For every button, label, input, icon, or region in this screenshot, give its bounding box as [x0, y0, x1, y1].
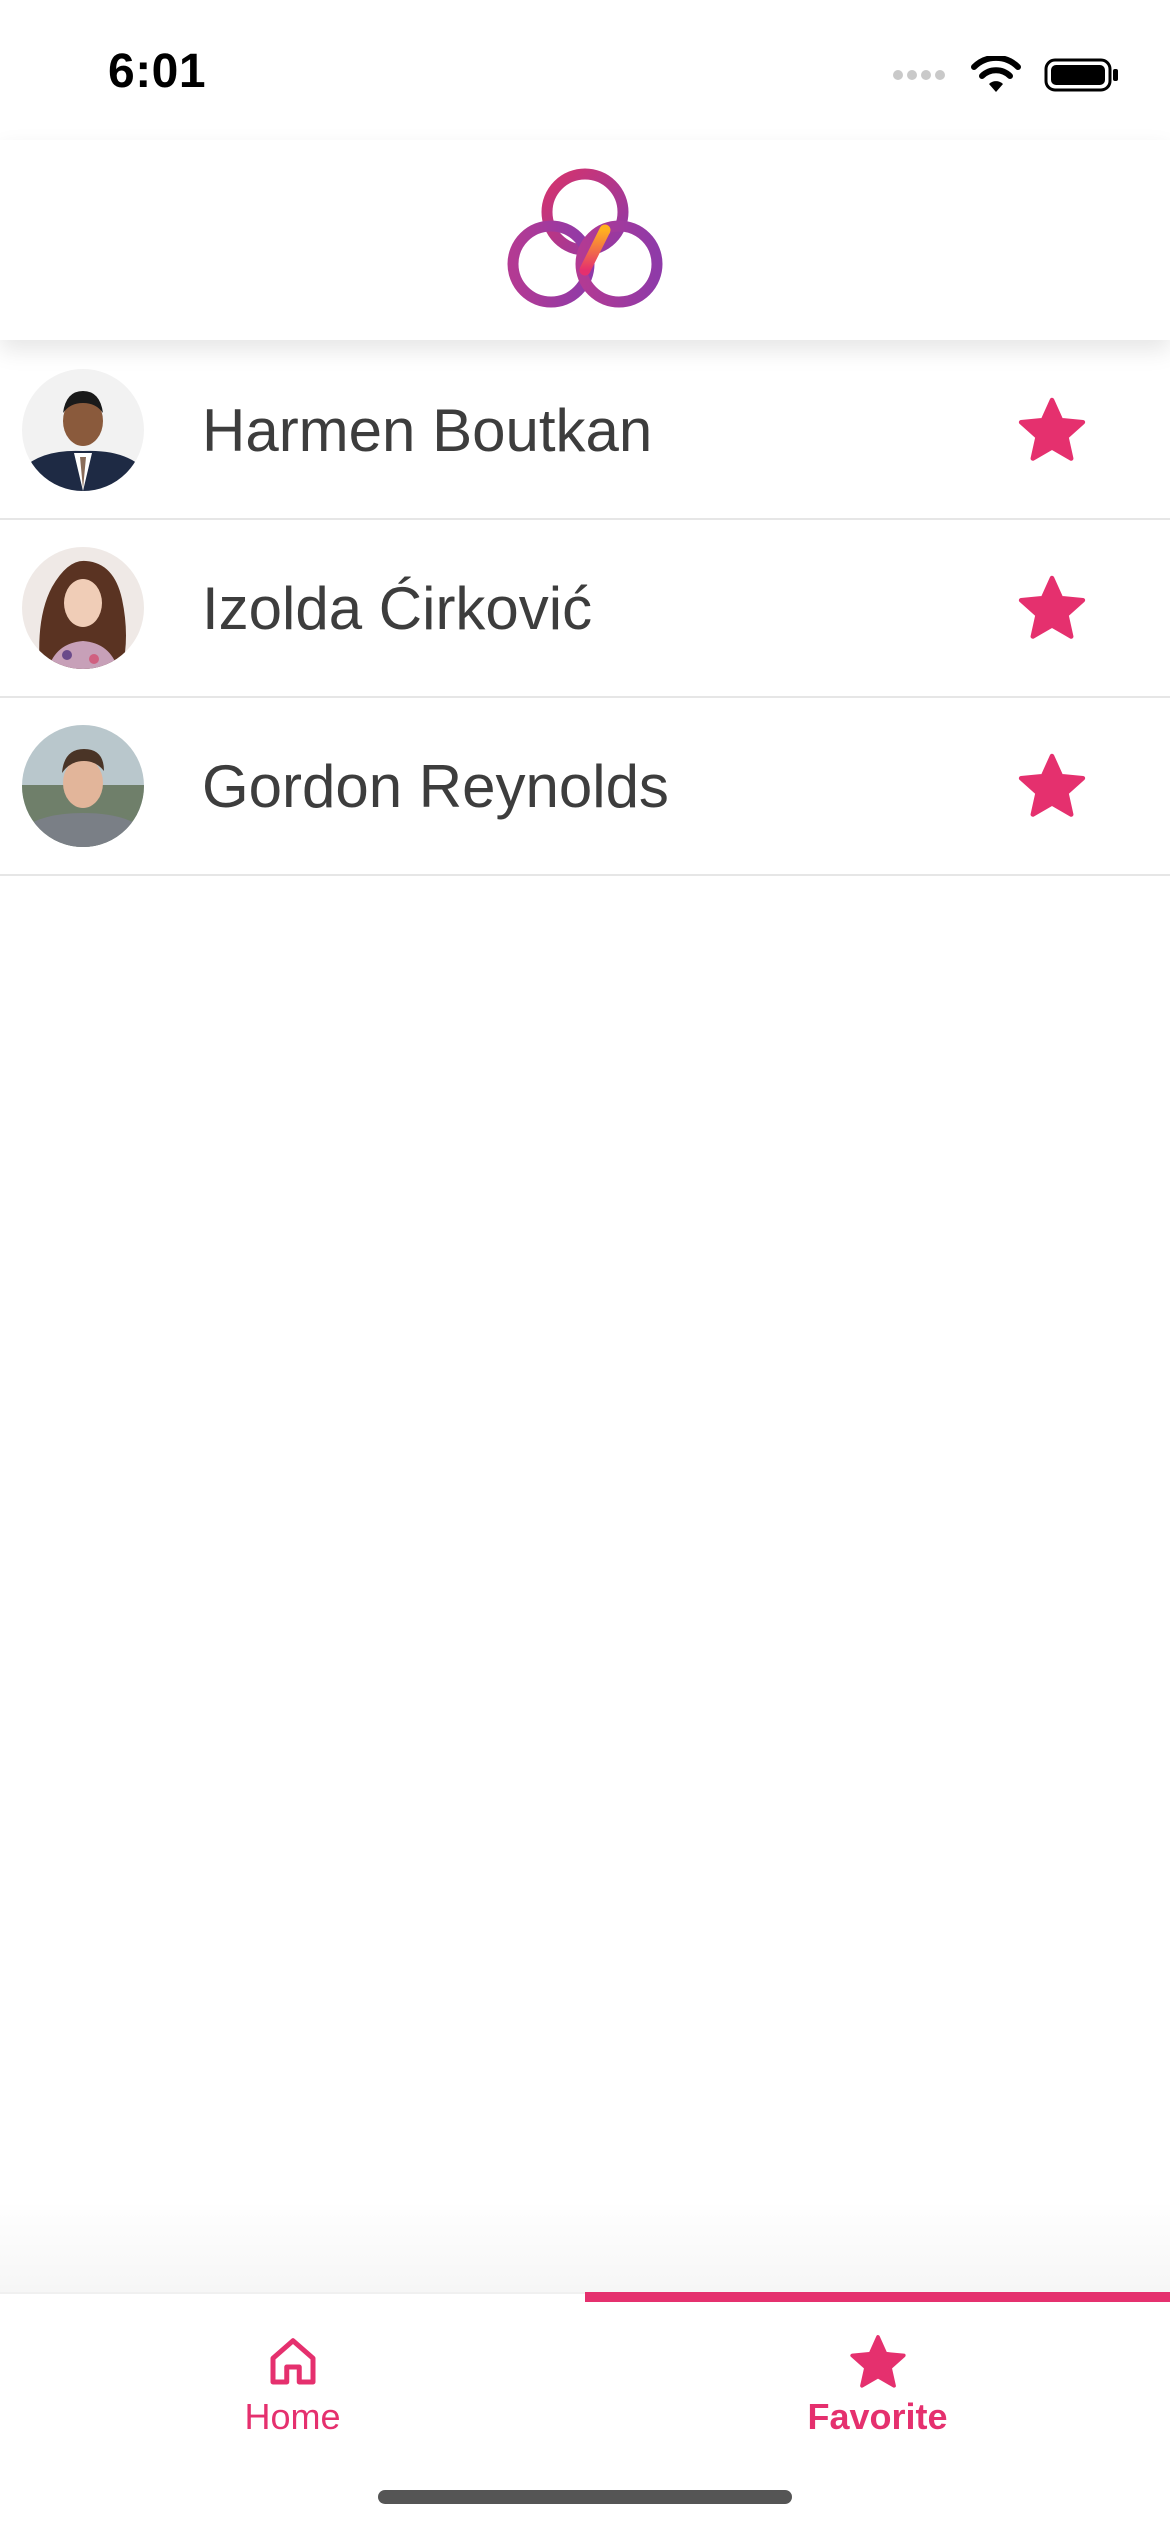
- contact-name: Harmen Boutkan: [202, 396, 653, 464]
- tab-favorite-label: Favorite: [807, 2396, 948, 2437]
- battery-icon: [1044, 57, 1120, 98]
- favorite-star-button[interactable]: [1012, 390, 1092, 470]
- tab-home[interactable]: Home: [0, 2294, 585, 2464]
- star-icon: [1018, 397, 1086, 461]
- star-icon: [1018, 753, 1086, 817]
- list-item[interactable]: Gordon Reynolds: [0, 698, 1170, 876]
- contact-name: Izolda Ćirković: [202, 574, 593, 642]
- trefoil-logo-icon: [505, 160, 665, 310]
- favorites-list: Harmen Boutkan Izolda Ćirković Gordon Re…: [0, 342, 1170, 876]
- list-item[interactable]: Harmen Boutkan: [0, 342, 1170, 520]
- tab-favorite[interactable]: Favorite: [585, 2294, 1170, 2464]
- app-header: [0, 140, 1170, 340]
- status-icons: [892, 54, 1120, 99]
- avatar: [22, 725, 144, 847]
- contact-name: Gordon Reynolds: [202, 752, 669, 820]
- status-bar: 6:01: [0, 0, 1170, 140]
- status-time: 6:01: [108, 45, 207, 98]
- list-item[interactable]: Izolda Ćirković: [0, 520, 1170, 698]
- favorite-star-button[interactable]: [1012, 568, 1092, 648]
- wifi-icon: [970, 54, 1022, 99]
- tab-home-label: Home: [244, 2396, 341, 2437]
- cellular-icon: [892, 65, 948, 90]
- avatar: [22, 369, 144, 491]
- home-icon: [261, 2330, 325, 2394]
- star-icon: [1018, 575, 1086, 639]
- star-icon: [846, 2330, 910, 2394]
- home-indicator: [378, 2490, 792, 2504]
- tabbar-shadow: [0, 2200, 1170, 2300]
- avatar: [22, 547, 144, 669]
- favorite-star-button[interactable]: [1012, 746, 1092, 826]
